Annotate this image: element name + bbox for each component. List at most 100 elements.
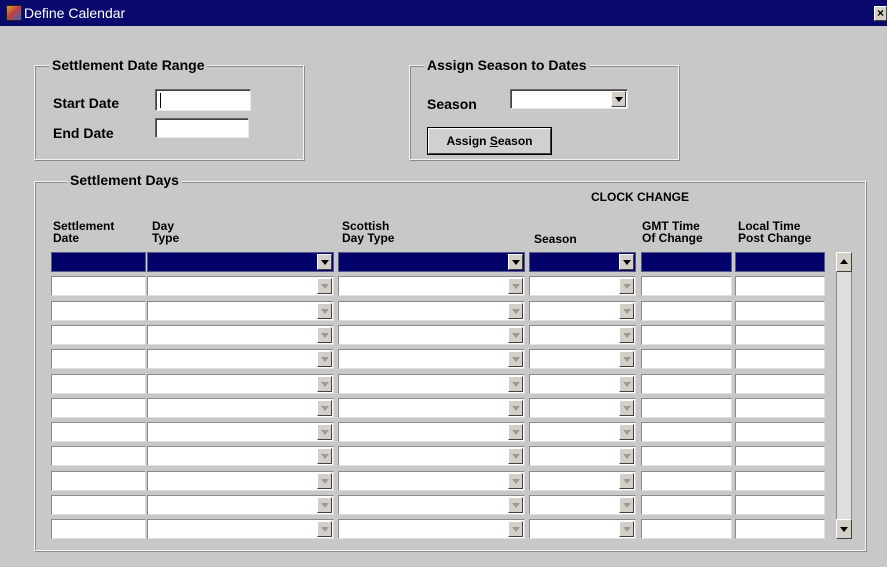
dropdown-button[interactable]: [508, 521, 523, 537]
local-time-cell[interactable]: [735, 374, 825, 394]
local-time-cell[interactable]: [735, 422, 825, 442]
settlement-date-cell[interactable]: [51, 446, 146, 466]
dropdown-button[interactable]: [317, 521, 332, 537]
gmt-time-cell[interactable]: [641, 349, 732, 369]
close-button[interactable]: ×: [874, 6, 887, 21]
local-time-cell[interactable]: [735, 398, 825, 418]
local-time-cell[interactable]: [735, 495, 825, 515]
scroll-down-button[interactable]: [836, 519, 852, 539]
season-cell[interactable]: [529, 495, 636, 515]
dropdown-button[interactable]: [508, 303, 523, 319]
settlement-date-cell[interactable]: [51, 276, 146, 296]
local-time-cell[interactable]: [735, 276, 825, 296]
scottish-day-type-cell[interactable]: [338, 252, 525, 272]
dropdown-button[interactable]: [508, 497, 523, 513]
gmt-time-cell[interactable]: [641, 398, 732, 418]
scottish-day-type-cell[interactable]: [338, 446, 525, 466]
dropdown-button[interactable]: [619, 303, 634, 319]
dropdown-button[interactable]: [508, 327, 523, 343]
scottish-day-type-cell[interactable]: [338, 471, 525, 491]
local-time-cell[interactable]: [735, 301, 825, 321]
dropdown-button[interactable]: [317, 303, 332, 319]
gmt-time-cell[interactable]: [641, 325, 732, 345]
scottish-day-type-cell[interactable]: [338, 374, 525, 394]
dropdown-button[interactable]: [508, 400, 523, 416]
gmt-time-cell[interactable]: [641, 446, 732, 466]
gmt-time-cell[interactable]: [641, 519, 732, 539]
scottish-day-type-cell[interactable]: [338, 301, 525, 321]
settlement-date-cell[interactable]: [51, 398, 146, 418]
day-type-cell[interactable]: [147, 349, 334, 369]
dropdown-button[interactable]: [317, 424, 332, 440]
dropdown-button[interactable]: [619, 424, 634, 440]
dropdown-button[interactable]: [619, 497, 634, 513]
dropdown-button[interactable]: [317, 351, 332, 367]
day-type-cell[interactable]: [147, 495, 334, 515]
settlement-date-cell[interactable]: [51, 252, 146, 272]
scottish-day-type-cell[interactable]: [338, 519, 525, 539]
gmt-time-cell[interactable]: [641, 374, 732, 394]
settlement-date-cell[interactable]: [51, 301, 146, 321]
gmt-time-cell[interactable]: [641, 471, 732, 491]
season-cell[interactable]: [529, 519, 636, 539]
season-cell[interactable]: [529, 325, 636, 345]
season-cell[interactable]: [529, 398, 636, 418]
local-time-cell[interactable]: [735, 252, 825, 272]
dropdown-button[interactable]: [317, 254, 332, 270]
season-cell[interactable]: [529, 276, 636, 296]
scottish-day-type-cell[interactable]: [338, 422, 525, 442]
day-type-cell[interactable]: [147, 422, 334, 442]
dropdown-button[interactable]: [317, 400, 332, 416]
day-type-cell[interactable]: [147, 374, 334, 394]
dropdown-button[interactable]: [317, 376, 332, 392]
season-dropdown-button[interactable]: [611, 91, 626, 107]
settlement-date-cell[interactable]: [51, 349, 146, 369]
gmt-time-cell[interactable]: [641, 422, 732, 442]
scroll-up-button[interactable]: [836, 252, 852, 272]
dropdown-button[interactable]: [508, 376, 523, 392]
start-date-field[interactable]: [155, 89, 251, 111]
season-select[interactable]: [510, 89, 628, 109]
end-date-field[interactable]: [155, 118, 249, 138]
scottish-day-type-cell[interactable]: [338, 398, 525, 418]
dropdown-button[interactable]: [619, 448, 634, 464]
settlement-date-cell[interactable]: [51, 422, 146, 442]
dropdown-button[interactable]: [619, 521, 634, 537]
dropdown-button[interactable]: [508, 351, 523, 367]
scottish-day-type-cell[interactable]: [338, 276, 525, 296]
local-time-cell[interactable]: [735, 519, 825, 539]
assign-season-button[interactable]: Assign Season: [428, 128, 551, 154]
dropdown-button[interactable]: [317, 497, 332, 513]
settlement-date-cell[interactable]: [51, 325, 146, 345]
dropdown-button[interactable]: [619, 327, 634, 343]
dropdown-button[interactable]: [619, 351, 634, 367]
gmt-time-cell[interactable]: [641, 301, 732, 321]
day-type-cell[interactable]: [147, 446, 334, 466]
season-cell[interactable]: [529, 349, 636, 369]
season-cell[interactable]: [529, 446, 636, 466]
day-type-cell[interactable]: [147, 276, 334, 296]
vertical-scrollbar[interactable]: [836, 252, 852, 538]
season-cell[interactable]: [529, 252, 636, 272]
gmt-time-cell[interactable]: [641, 495, 732, 515]
dropdown-button[interactable]: [508, 424, 523, 440]
gmt-time-cell[interactable]: [641, 252, 732, 272]
day-type-cell[interactable]: [147, 519, 334, 539]
dropdown-button[interactable]: [317, 278, 332, 294]
dropdown-button[interactable]: [508, 448, 523, 464]
day-type-cell[interactable]: [147, 252, 334, 272]
dropdown-button[interactable]: [619, 254, 634, 270]
dropdown-button[interactable]: [317, 448, 332, 464]
local-time-cell[interactable]: [735, 325, 825, 345]
day-type-cell[interactable]: [147, 325, 334, 345]
dropdown-button[interactable]: [619, 473, 634, 489]
season-cell[interactable]: [529, 471, 636, 491]
scottish-day-type-cell[interactable]: [338, 495, 525, 515]
scottish-day-type-cell[interactable]: [338, 325, 525, 345]
settlement-date-cell[interactable]: [51, 519, 146, 539]
day-type-cell[interactable]: [147, 471, 334, 491]
dropdown-button[interactable]: [317, 473, 332, 489]
season-cell[interactable]: [529, 374, 636, 394]
season-cell[interactable]: [529, 422, 636, 442]
dropdown-button[interactable]: [619, 278, 634, 294]
